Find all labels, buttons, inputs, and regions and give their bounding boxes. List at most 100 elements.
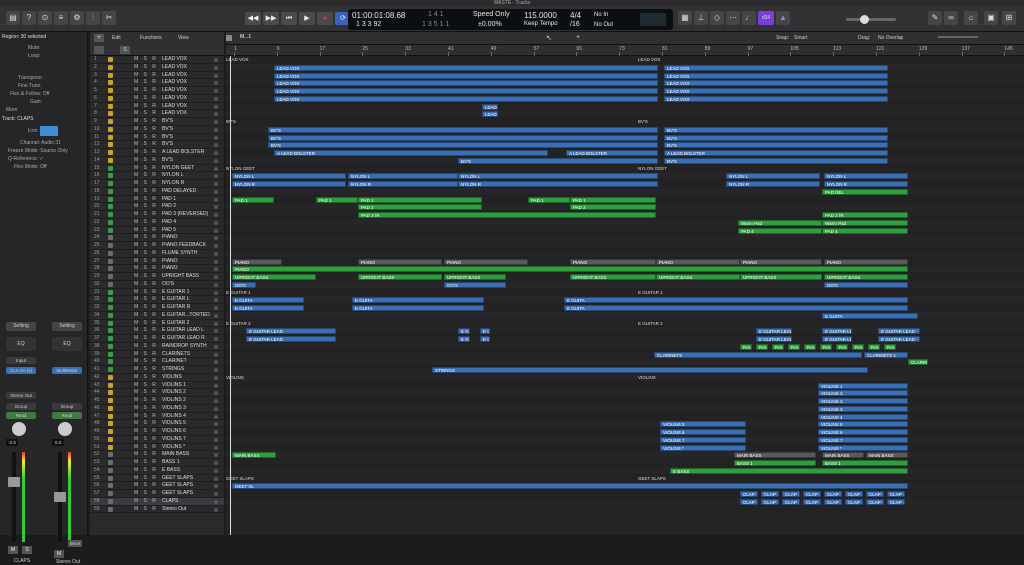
track-record-dot[interactable] [214, 267, 218, 272]
mixer-icon[interactable]: ⫶ [86, 11, 100, 25]
global-solo-icon[interactable]: S [120, 46, 130, 54]
region[interactable]: PIANO [444, 258, 528, 265]
master-volume-slider[interactable] [846, 15, 896, 24]
region-header[interactable]: Region: 30 selected [2, 34, 46, 40]
track-row[interactable]: 54 M S R E BASS [90, 467, 224, 475]
track-row[interactable]: 38 M S R RAINDROP SYNTH [90, 343, 224, 351]
track-row[interactable]: 35 M S R E GUITAR 2 [90, 320, 224, 328]
track-record-dot[interactable] [214, 213, 218, 217]
track-row[interactable]: 17 M S R NYLON R [90, 180, 224, 188]
track-name[interactable]: PIANO [162, 265, 178, 272]
region[interactable]: PAD 3 (R [822, 212, 908, 218]
region[interactable]: UPRIGHT BASS [656, 274, 740, 280]
strip2-bounce-button[interactable]: Bnce [68, 540, 82, 547]
track-msr-buttons[interactable]: M S R [134, 482, 158, 489]
track-row[interactable]: 50 M S R VIOLINS 7 [90, 436, 224, 444]
region-transpose[interactable]: Transpose: [18, 75, 43, 81]
track-msr-buttons[interactable]: M S R [134, 72, 158, 79]
track-name[interactable]: E BASS [162, 467, 180, 474]
region-gain[interactable]: Gain: [30, 99, 42, 105]
track-name[interactable]: PAD 3 (REVERSED) [162, 211, 208, 218]
track-msr-buttons[interactable]: M S R [134, 250, 158, 257]
region[interactable]: CLAP [866, 498, 884, 505]
region[interactable]: MAIN BASS [866, 452, 908, 459]
region[interactable]: UPRIGHT BASS [740, 274, 822, 280]
region[interactable]: NYLON R [348, 181, 458, 187]
track-msr-buttons[interactable]: M S R [134, 436, 158, 443]
track-msr-buttons[interactable]: M S R [134, 234, 158, 241]
track-name[interactable]: E GUITAR L [162, 296, 189, 303]
region[interactable]: NYLON R [726, 181, 820, 187]
track-record-dot[interactable] [214, 220, 218, 225]
track-record-dot[interactable] [214, 275, 218, 279]
track-record-dot[interactable] [214, 344, 218, 349]
note-pad-icon[interactable]: ✎ [928, 11, 942, 25]
region[interactable]: CLARINETS [654, 351, 862, 358]
track-msr-buttons[interactable]: M S R [134, 227, 158, 234]
track-record-dot[interactable] [214, 298, 218, 303]
region[interactable]: BV'S [664, 126, 888, 133]
region[interactable]: VIOLINS 7 [660, 436, 746, 443]
track-msr-buttons[interactable]: M S R [134, 281, 158, 288]
track-name[interactable]: E GUITAR LEAD R [162, 335, 205, 342]
region-loop[interactable]: Loop: [28, 53, 41, 59]
track-record-dot[interactable] [214, 313, 218, 318]
region[interactable]: RAI [836, 343, 848, 350]
region[interactable]: A LEAD BOLSTER [664, 150, 888, 156]
region[interactable]: BASS 1 [734, 460, 816, 466]
track-options-icon[interactable] [94, 46, 104, 54]
grid-icon[interactable] [226, 35, 232, 41]
track-row[interactable]: 10 M S R BV'S [90, 126, 224, 134]
add-track-button[interactable]: + [94, 34, 104, 42]
track-record-dot[interactable] [214, 422, 218, 427]
track-name[interactable]: LEAD VOX [162, 87, 187, 94]
track-name[interactable]: VIOLINS 2 [162, 389, 186, 396]
region[interactable]: CLAP [740, 491, 758, 497]
track-record-dot[interactable] [214, 166, 218, 171]
track-record-dot[interactable] [214, 143, 218, 148]
track-msr-buttons[interactable]: M S R [134, 265, 158, 272]
region[interactable]: E GUITA [352, 297, 484, 304]
track-record-dot[interactable] [214, 197, 218, 202]
track-record-dot[interactable] [214, 414, 218, 419]
region[interactable]: E GUITA [232, 305, 304, 311]
region[interactable]: VIOLINS * [660, 444, 746, 451]
track-name[interactable]: UPRIGHT BASS [162, 273, 199, 280]
track-name[interactable]: PAD DELAYED [162, 188, 196, 195]
region[interactable]: CLAP [761, 491, 779, 497]
track-row[interactable]: 23 M S R PAD 5 [90, 227, 224, 235]
track-row[interactable]: 43 M S R VIOLINS 1 [90, 382, 224, 390]
track-msr-buttons[interactable]: M S R [134, 211, 158, 218]
track-name[interactable]: BV'S [162, 141, 173, 148]
track-name[interactable]: VIOLINS * [162, 444, 185, 451]
track-msr-buttons[interactable]: M S R [134, 118, 158, 125]
region[interactable]: E GUITAR LEAD [878, 328, 920, 335]
track-record-dot[interactable] [214, 259, 218, 264]
track-row[interactable]: 36 M S R E GUITAR LEAD L [90, 327, 224, 335]
region[interactable]: E GUITA [232, 297, 304, 304]
track-msr-buttons[interactable]: M S R [134, 312, 158, 319]
track-row[interactable]: 42 M S R VIOLINS [90, 374, 224, 382]
region[interactable]: RAI [868, 343, 880, 350]
region[interactable]: VIOLINS 6 [818, 429, 908, 435]
region[interactable]: NYLON L [824, 173, 908, 180]
region[interactable]: E GUITA [458, 328, 470, 335]
region[interactable]: E GUITA [480, 328, 490, 335]
track-header[interactable]: Track: CLAPS [2, 116, 34, 122]
track-record-dot[interactable] [214, 251, 218, 256]
track-record-dot[interactable] [214, 151, 218, 155]
region[interactable]: BV'S [268, 134, 658, 141]
region[interactable]: CLAP [803, 498, 821, 505]
zoom-slider[interactable] [938, 36, 978, 38]
region[interactable]: BV'S [268, 142, 658, 149]
browser-icon[interactable]: ⌂ [964, 11, 978, 25]
track-record-dot[interactable] [214, 174, 218, 179]
track-row[interactable]: 44 M S R VIOLINS 2 [90, 389, 224, 397]
track-msr-buttons[interactable]: M S R [134, 475, 158, 482]
track-row[interactable]: 31 M S R E GUITAR 1 [90, 289, 224, 297]
track-name[interactable]: LEAD VOX [162, 79, 187, 86]
track-msr-buttons[interactable]: M S R [134, 87, 158, 94]
track-lane[interactable] [226, 164, 1024, 173]
region[interactable]: PIANO [232, 266, 908, 273]
track-msr-buttons[interactable]: M S R [134, 320, 158, 327]
